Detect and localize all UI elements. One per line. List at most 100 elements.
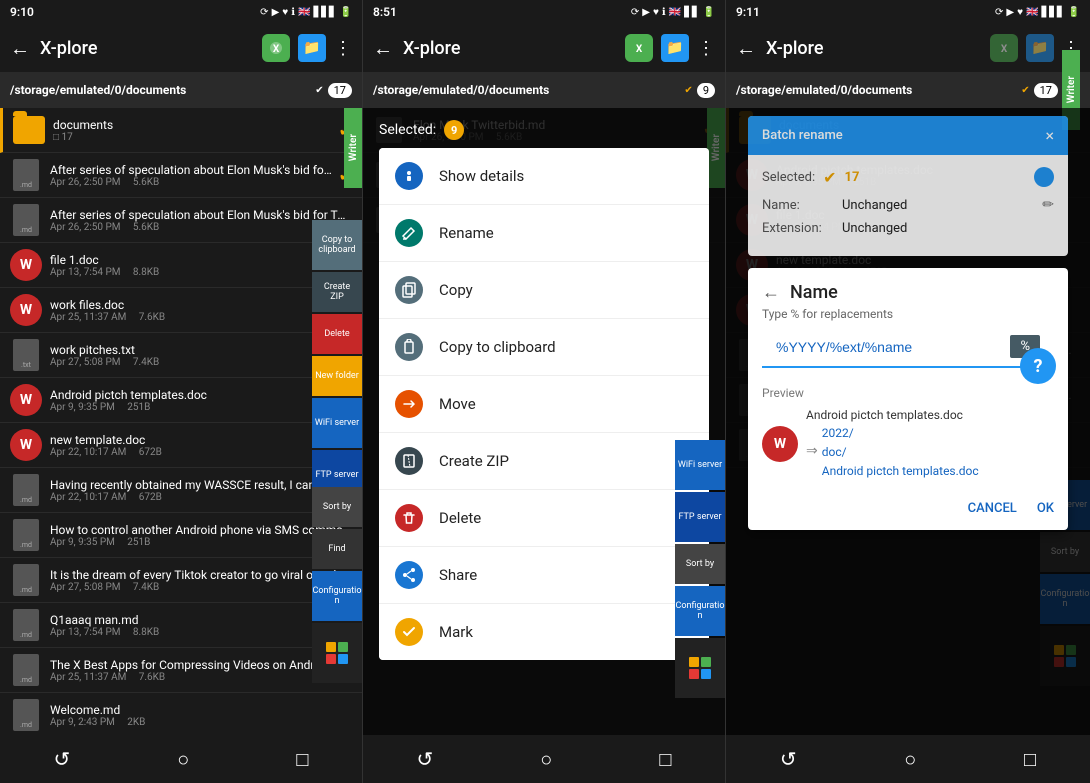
vpn-icon: ♥ — [282, 7, 288, 18]
path-bar-1: /storage/emulated/0/documents ✔ 17 Write… — [0, 72, 362, 108]
delete-side-btn[interactable]: Delete — [312, 314, 362, 354]
folder-icon-2[interactable]: 📁 — [661, 34, 689, 62]
nav-home-1[interactable]: ○ — [177, 747, 189, 772]
list-item[interactable]: W work files.doc Apr 25, 11:37 AM 7.6KB — [0, 288, 362, 333]
xplore-icon-3[interactable]: X — [990, 34, 1018, 62]
selected-count-row: Selected: ✔ 17 — [762, 167, 1054, 187]
xplore-icon-1[interactable]: X — [262, 34, 290, 62]
name-value: Unchanged — [842, 198, 1042, 213]
batch-rename-card: Batch rename × Selected: ✔ 17 Name: Unch… — [748, 116, 1068, 256]
list-item[interactable]: .md Welcome.md Apr 9, 2:43 PM 2KB — [0, 693, 362, 735]
list-item[interactable]: .md After series of speculation about El… — [0, 198, 362, 243]
file-icon-txt: .txt — [10, 339, 42, 371]
nav-back-2[interactable]: ↺ — [417, 747, 434, 771]
nav-recent-3[interactable]: □ — [1024, 747, 1036, 772]
nav-home-2[interactable]: ○ — [540, 747, 552, 772]
ctx-delete-label: Delete — [439, 509, 481, 527]
ok-button-3[interactable]: OK — [1037, 501, 1054, 516]
config-buttons-btn-2[interactable] — [675, 638, 725, 698]
create-zip-side-btn[interactable]: CreateZIP — [312, 272, 362, 312]
configure-btn-2[interactable]: Configuration — [675, 586, 725, 636]
ctx-delete[interactable]: Delete — [379, 490, 709, 547]
more-options-2[interactable]: ⋮ — [697, 38, 715, 59]
file-icon-doc: W — [10, 384, 42, 416]
ctx-share-label: Share — [439, 566, 477, 584]
nav-home-3[interactable]: ○ — [904, 747, 916, 772]
sort-btn[interactable]: Sort by — [312, 487, 362, 527]
folder-icon-3[interactable]: 📁 — [1026, 34, 1054, 62]
ctx-rename[interactable]: Rename — [379, 205, 709, 262]
file-name: The X Best Apps for Compressing Videos o… — [50, 658, 352, 672]
back-button-2[interactable]: ← — [373, 36, 393, 61]
file-info: How to control another Android phone via… — [50, 523, 352, 548]
configure-btn-1[interactable]: Configuration — [312, 571, 362, 621]
copy-clipboard-btn[interactable]: Copy toclipboard — [312, 220, 362, 270]
file-info: Having recently obtained my WASSCE resul… — [50, 478, 352, 503]
list-item[interactable]: .md Having recently obtained my WASSCE r… — [0, 468, 362, 513]
nav-recent-2[interactable]: □ — [659, 747, 671, 772]
folder-meta: □ 17 — [53, 132, 335, 143]
file-icon-md: .md — [10, 519, 42, 551]
config-buttons-btn-1[interactable] — [312, 623, 362, 683]
selected-label-3: Selected: — [762, 170, 815, 185]
file-meta: Apr 26, 2:50 PM 5.6KB — [50, 177, 335, 188]
flag-icon: 🇬🇧 — [298, 7, 310, 18]
list-item[interactable]: .md It is the dream of every Tiktok crea… — [0, 558, 362, 603]
list-item[interactable]: W new template.doc Apr 22, 10:17 AM 672B — [0, 423, 362, 468]
name-input[interactable] — [776, 339, 1010, 355]
sort-btn-2[interactable]: Sort by — [675, 544, 725, 584]
edit-icon[interactable]: ✏ — [1042, 197, 1054, 213]
nav-back-1[interactable]: ↺ — [54, 747, 71, 771]
ctx-create-zip-label: Create ZIP — [439, 452, 509, 470]
side-actions-1: Copy toclipboard CreateZIP Delete New fo… — [312, 220, 362, 500]
file-info: The X Best Apps for Compressing Videos o… — [50, 658, 352, 683]
list-item[interactable]: W file 1.doc Apr 13, 7:54 PM 8.8KB — [0, 243, 362, 288]
file-name: work files.doc — [50, 298, 352, 312]
ctx-share[interactable]: Share — [379, 547, 709, 604]
list-item[interactable]: .txt work pitches.txt Apr 27, 5:08 PM 7.… — [0, 333, 362, 378]
folder-icon-1[interactable]: 📁 — [298, 34, 326, 62]
delete-icon — [395, 504, 423, 532]
list-item[interactable]: .md How to control another Android phone… — [0, 513, 362, 558]
nav-recent-1[interactable]: □ — [296, 747, 308, 772]
wifi-server-btn-2[interactable]: WiFi server — [675, 440, 725, 490]
status-icons-2: ⟳ ▶ ♥ ℹ 🇬🇧 ▋▋ 🔋 — [631, 7, 715, 18]
app-title-1: X-plore — [40, 38, 252, 59]
batch-rename-close-btn[interactable]: × — [1045, 126, 1054, 145]
file-list-1[interactable]: documents □ 17 ✔ .md After series of spe… — [0, 108, 362, 735]
ctx-mark[interactable]: Mark — [379, 604, 709, 660]
name-dialog-back-btn[interactable]: ← — [762, 282, 780, 303]
folder-item-documents[interactable]: documents □ 17 ✔ — [0, 108, 362, 153]
status-icons-3: ⟳ ▶ ♥ 🇬🇧 ▋▋▋ 🔋 — [995, 7, 1080, 18]
list-item[interactable]: .md After series of speculation about El… — [0, 153, 362, 198]
ctx-show-details[interactable]: Show details — [379, 148, 709, 205]
back-button-1[interactable]: ← — [10, 36, 30, 61]
wifi-server-btn[interactable]: WiFi server — [312, 398, 362, 448]
ctx-copy[interactable]: Copy — [379, 262, 709, 319]
name-input-row: % — [762, 331, 1054, 368]
ctx-move[interactable]: Move — [379, 376, 709, 433]
file-icon-md: .md — [10, 609, 42, 641]
ctx-copy-to-clipboard[interactable]: Copy to clipboard — [379, 319, 709, 376]
path-badge-3: 17 — [1034, 83, 1058, 98]
list-item[interactable]: W Android pictch templates.doc Apr 9, 9:… — [0, 378, 362, 423]
writer-tab-1[interactable]: Writer — [344, 108, 362, 188]
find-btn[interactable]: Find — [312, 529, 362, 569]
more-options-1[interactable]: ⋮ — [334, 38, 352, 59]
xplore-icon-2[interactable]: X — [625, 34, 653, 62]
preview-new: 2022/ doc/ Android pictch templates.doc — [822, 422, 979, 479]
side-actions-2: WiFi server FTP server Sort by Configura… — [675, 440, 725, 698]
folder-icon-doc — [13, 114, 45, 146]
flag-icon-2: 🇬🇧 — [669, 7, 681, 18]
panel-2: 8:51 ⟳ ▶ ♥ ℹ 🇬🇧 ▋▋ 🔋 ← X-plore X 📁 ⋮ /st… — [363, 0, 726, 783]
help-fab[interactable]: ? — [1020, 348, 1056, 384]
list-item[interactable]: .md Q1aaaq man.md Apr 13, 7:54 PM 8.8KB — [0, 603, 362, 648]
back-button-3[interactable]: ← — [736, 36, 756, 61]
ctx-create-zip[interactable]: Create ZIP — [379, 433, 709, 490]
cancel-button-3[interactable]: CANCEL — [968, 501, 1017, 516]
new-folder-btn[interactable]: New folder — [312, 356, 362, 396]
list-item[interactable]: .md The X Best Apps for Compressing Vide… — [0, 648, 362, 693]
preview-new-line1: 2022/ — [822, 426, 854, 440]
ftp-server-btn-2[interactable]: FTP server — [675, 492, 725, 542]
nav-back-3[interactable]: ↺ — [780, 747, 797, 771]
